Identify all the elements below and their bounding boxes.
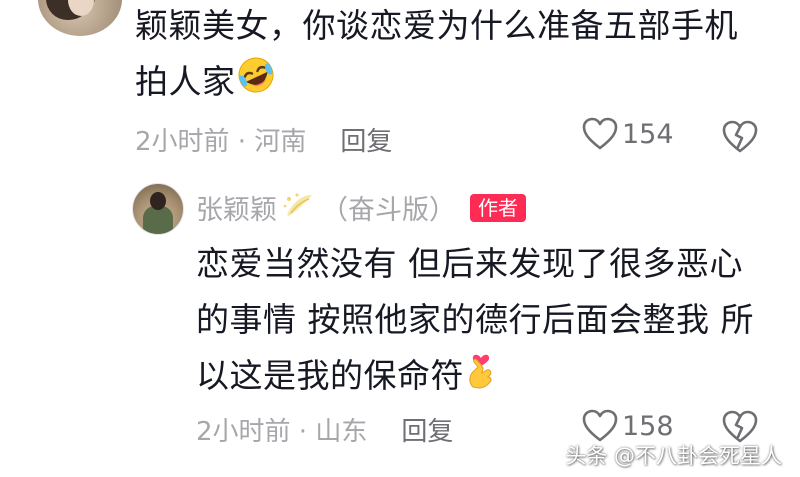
sparkle-badge-icon — [281, 191, 315, 225]
rolling-laughing-emoji-icon — [236, 55, 276, 112]
comment-dislike-button[interactable] — [722, 120, 758, 158]
heart-icon — [582, 409, 618, 443]
reply-line-2: 的事情 按照他家的德行后面会整我 所 — [196, 300, 754, 339]
comment-like-button[interactable]: 154 — [582, 117, 674, 151]
finger-heart-emoji-icon — [464, 349, 498, 406]
reply-like-count: 158 — [622, 410, 674, 442]
reply-meta: 2小时前 · 山东 回复 — [196, 411, 453, 448]
author-avatar[interactable] — [132, 183, 184, 235]
heart-icon — [582, 117, 618, 151]
reply-line-3-wrap: 以这是我的保命符 — [196, 348, 498, 406]
comment-meta: 2小时前 · 河南 回复 — [135, 121, 392, 158]
reply-line-1: 恋爱当然没有 但后来发现了很多恶心 — [196, 244, 743, 283]
comment-like-count: 154 — [622, 118, 674, 150]
broken-heart-icon — [722, 120, 758, 158]
reply-like-button[interactable]: 158 — [582, 409, 674, 443]
reply-time-location: 2小时前 · 山东 — [196, 417, 368, 447]
reply-reply-button[interactable]: 回复 — [401, 417, 453, 447]
comment-line-2-wrap: 拍人家 — [135, 54, 276, 112]
reply-line-3: 以这是我的保命符 — [196, 356, 464, 395]
author-tag-badge: 作者 — [470, 193, 526, 222]
comment-line-2: 拍人家 — [135, 62, 236, 101]
comment-reply-button[interactable]: 回复 — [340, 127, 392, 157]
commenter-avatar[interactable] — [38, 0, 122, 36]
author-name[interactable]: 张颖颖 — [196, 188, 277, 227]
author-suffix: （奋斗版） — [321, 195, 456, 226]
comment-time-location: 2小时前 · 河南 — [135, 127, 307, 157]
source-watermark: 头条 @不八卦会死星人 — [565, 444, 782, 468]
reply-header: 张颖颖 （奋斗版） 作者 — [196, 188, 526, 227]
avatar-body — [143, 206, 173, 234]
comment-line-1: 颖颖美女，你谈恋爱为什么准备五部手机 — [135, 6, 738, 45]
avatar-head — [150, 192, 166, 210]
